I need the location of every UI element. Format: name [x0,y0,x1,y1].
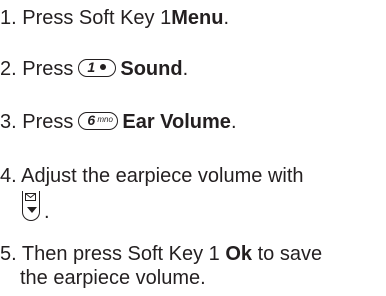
step-text: Press [22,58,74,80]
step-text-line-2: the earpiece volume. [20,267,206,289]
key-digit: 1 [87,59,96,76]
step-number: 5. [0,243,17,265]
step-1: 1. Press Soft Key 1Menu. [0,6,229,30]
step-number: 1. [0,7,17,29]
down-arrow-icon [27,207,37,213]
step-text: Press Soft Key 1 [22,7,172,29]
step-number: 2. [0,58,17,80]
step-number: 4. [0,165,17,187]
step-text: Adjust the earpiece volume with [21,165,304,187]
step-text: Press [22,111,74,133]
step-text: Then press Soft Key 1 [21,243,220,265]
step-text-end: . [223,7,229,29]
step-text-mid: to save [257,243,323,265]
step-2: 2. Press 1 Sound. [0,57,188,81]
ear-volume-label: Ear Volume [122,111,231,133]
key-letters: mno [97,115,113,125]
key-digit: 6 [87,112,96,129]
step-4: 4. Adjust the earpiece volume with . [0,164,304,223]
sound-label: Sound [120,58,183,80]
ok-label: Ok [225,243,253,265]
navigation-key-down-icon [22,191,40,221]
step-3: 3. Press 6 mno Ear Volume. [0,110,237,134]
key-6-mno-icon: 6 mno [78,112,119,131]
envelope-icon [25,193,36,201]
menu-label: Menu [171,7,224,29]
key-1-icon: 1 [78,59,117,78]
step-text-end: . [230,111,237,133]
step-5: 5. Then press Soft Key 1 Ok to save the … [0,242,322,290]
step-number: 3. [0,111,17,133]
step-text-end: . [182,58,189,80]
step-text-end: . [44,201,50,223]
voicemail-dot-icon [100,64,107,71]
